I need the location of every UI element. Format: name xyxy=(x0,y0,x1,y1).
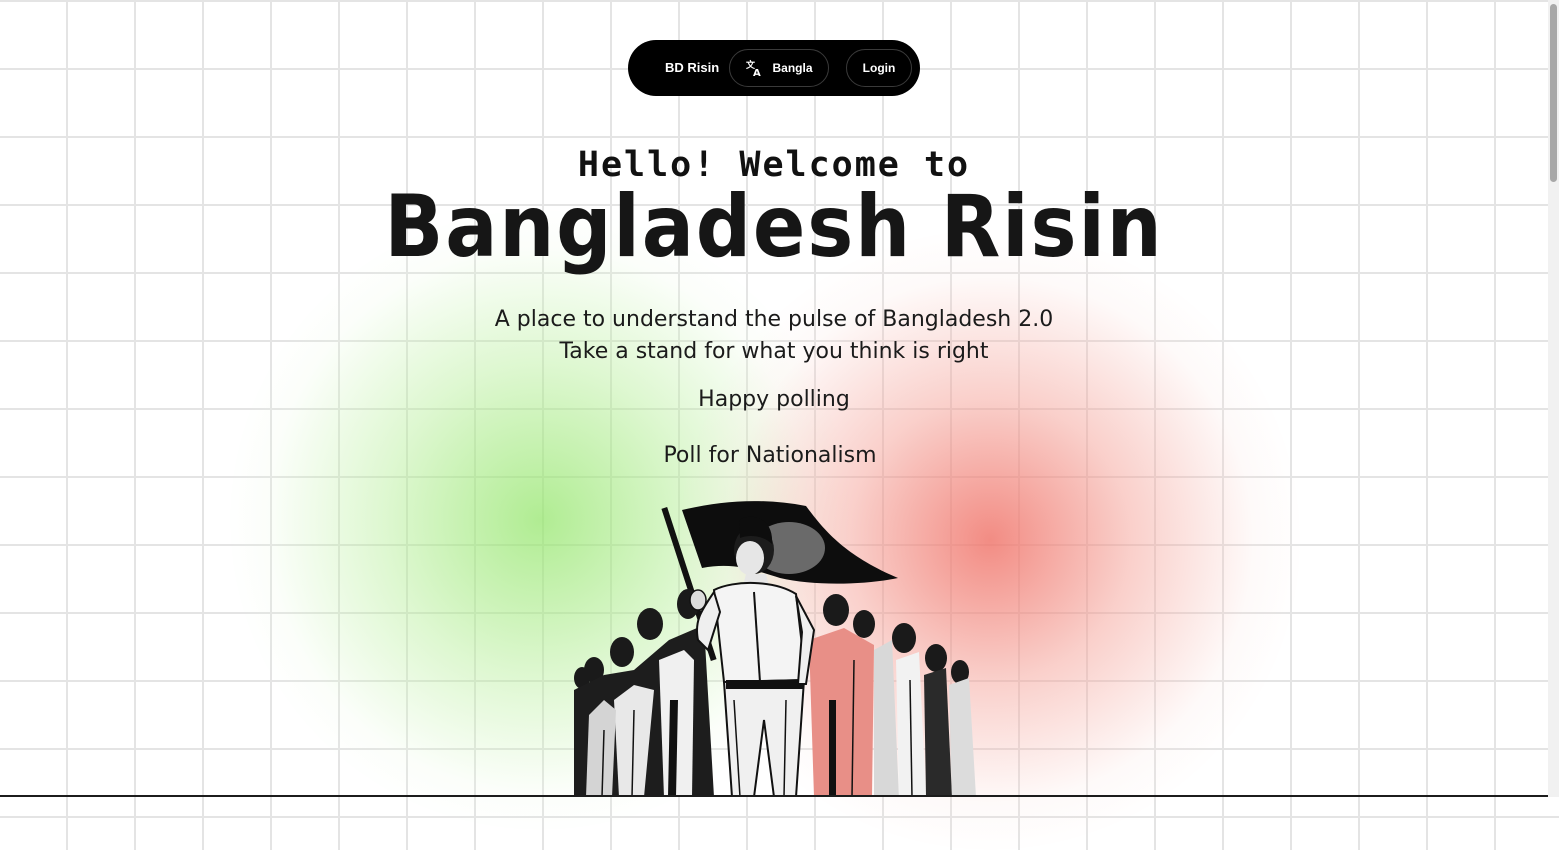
protest-crowd-illustration xyxy=(574,500,976,798)
poll-nationalism-link[interactable]: Poll for Nationalism xyxy=(663,443,876,468)
svg-text:A: A xyxy=(753,68,761,77)
login-button[interactable]: Login xyxy=(846,49,912,87)
language-label: Bangla xyxy=(772,61,813,75)
brand-link[interactable]: BD Risin xyxy=(665,40,719,96)
site-title: Bangladesh Risin xyxy=(384,177,1164,277)
poll-nationalism-container: Poll for Nationalism xyxy=(0,441,1540,471)
tagline-line-1: A place to understand the pulse of Bangl… xyxy=(494,307,1054,332)
top-navbar: BD Risin 文 A Bangla Login xyxy=(628,40,920,96)
translate-icon: 文 A xyxy=(745,59,763,77)
vertical-scrollbar[interactable] xyxy=(1548,0,1559,797)
tagline-line-2: Take a stand for what you think is right xyxy=(559,339,989,364)
scrollbar-thumb[interactable] xyxy=(1550,4,1557,182)
language-toggle-button[interactable]: 文 A Bangla xyxy=(729,49,829,87)
tagline-line-3: Happy polling xyxy=(698,387,850,412)
